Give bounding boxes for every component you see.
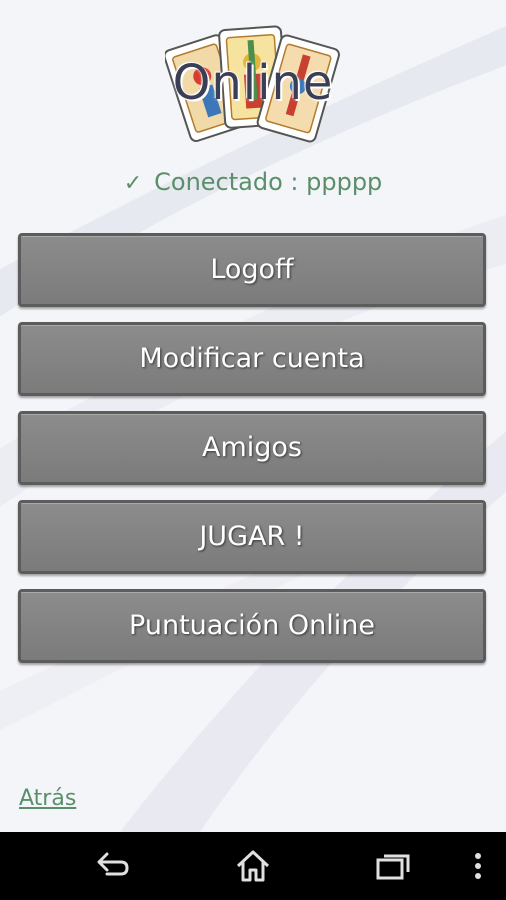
play-button[interactable]: JUGAR ! [18,500,486,574]
modify-account-button[interactable]: Modificar cuenta [18,322,486,396]
online-screen: Online ✓ Conectado : ppppp Logoff Modific… [0,0,506,900]
home-icon[interactable] [234,848,272,884]
check-icon: ✓ [123,171,143,196]
overflow-menu-icon[interactable] [470,848,486,884]
recent-apps-icon[interactable] [374,848,412,884]
system-navigation-bar [0,832,506,900]
back-arrow-icon[interactable] [93,848,133,884]
online-score-button[interactable]: Puntuación Online [18,589,486,663]
connection-status-text: Conectado : ppppp [154,168,383,196]
back-link[interactable]: Atrás [19,786,76,811]
friends-button[interactable]: Amigos [18,411,486,485]
page-title: Online [172,55,334,111]
logoff-button[interactable]: Logoff [18,233,486,307]
connection-status: ✓ Conectado : ppppp [0,168,506,196]
